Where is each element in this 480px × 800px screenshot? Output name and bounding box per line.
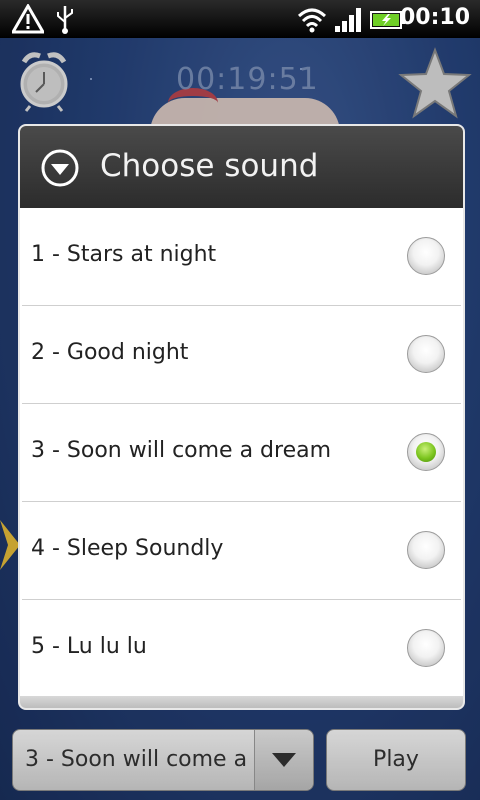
option-label: 1 - Stars at night: [31, 242, 217, 267]
radio-button[interactable]: [407, 629, 445, 667]
radio-button-selected[interactable]: [407, 433, 445, 471]
radio-button[interactable]: [407, 335, 445, 373]
status-time: 00:10: [399, 5, 470, 30]
radio-button[interactable]: [407, 237, 445, 275]
option-label: 4 - Sleep Soundly: [31, 536, 224, 561]
dialog-title: Choose sound: [100, 148, 319, 184]
sound-option-5[interactable]: 5 - Lu lu lu: [22, 600, 461, 698]
status-bar: 00:10: [0, 0, 480, 38]
wifi-icon: [297, 8, 327, 33]
dialog-bottom-bar: [20, 696, 463, 708]
choose-sound-dialog: Choose sound 1 - Stars at night 2 - Good…: [18, 124, 465, 710]
circle-chevron-down-icon: [41, 149, 79, 187]
sound-option-4[interactable]: 4 - Sleep Soundly: [22, 502, 461, 600]
option-label: 2 - Good night: [31, 340, 189, 365]
sound-option-1[interactable]: 1 - Stars at night: [22, 208, 461, 306]
option-label: 5 - Lu lu lu: [31, 634, 147, 659]
signal-icon: [335, 8, 361, 32]
option-label: 3 - Soon will come a dream: [31, 438, 332, 463]
radio-button[interactable]: [407, 531, 445, 569]
sound-option-2[interactable]: 2 - Good night: [22, 306, 461, 404]
usb-icon: [57, 6, 73, 34]
warning-icon: [12, 4, 44, 34]
sound-option-3[interactable]: 3 - Soon will come a dream: [22, 404, 461, 502]
sound-options-list: 1 - Stars at night 2 - Good night 3 - So…: [20, 208, 463, 698]
dialog-header: Choose sound: [20, 126, 463, 208]
